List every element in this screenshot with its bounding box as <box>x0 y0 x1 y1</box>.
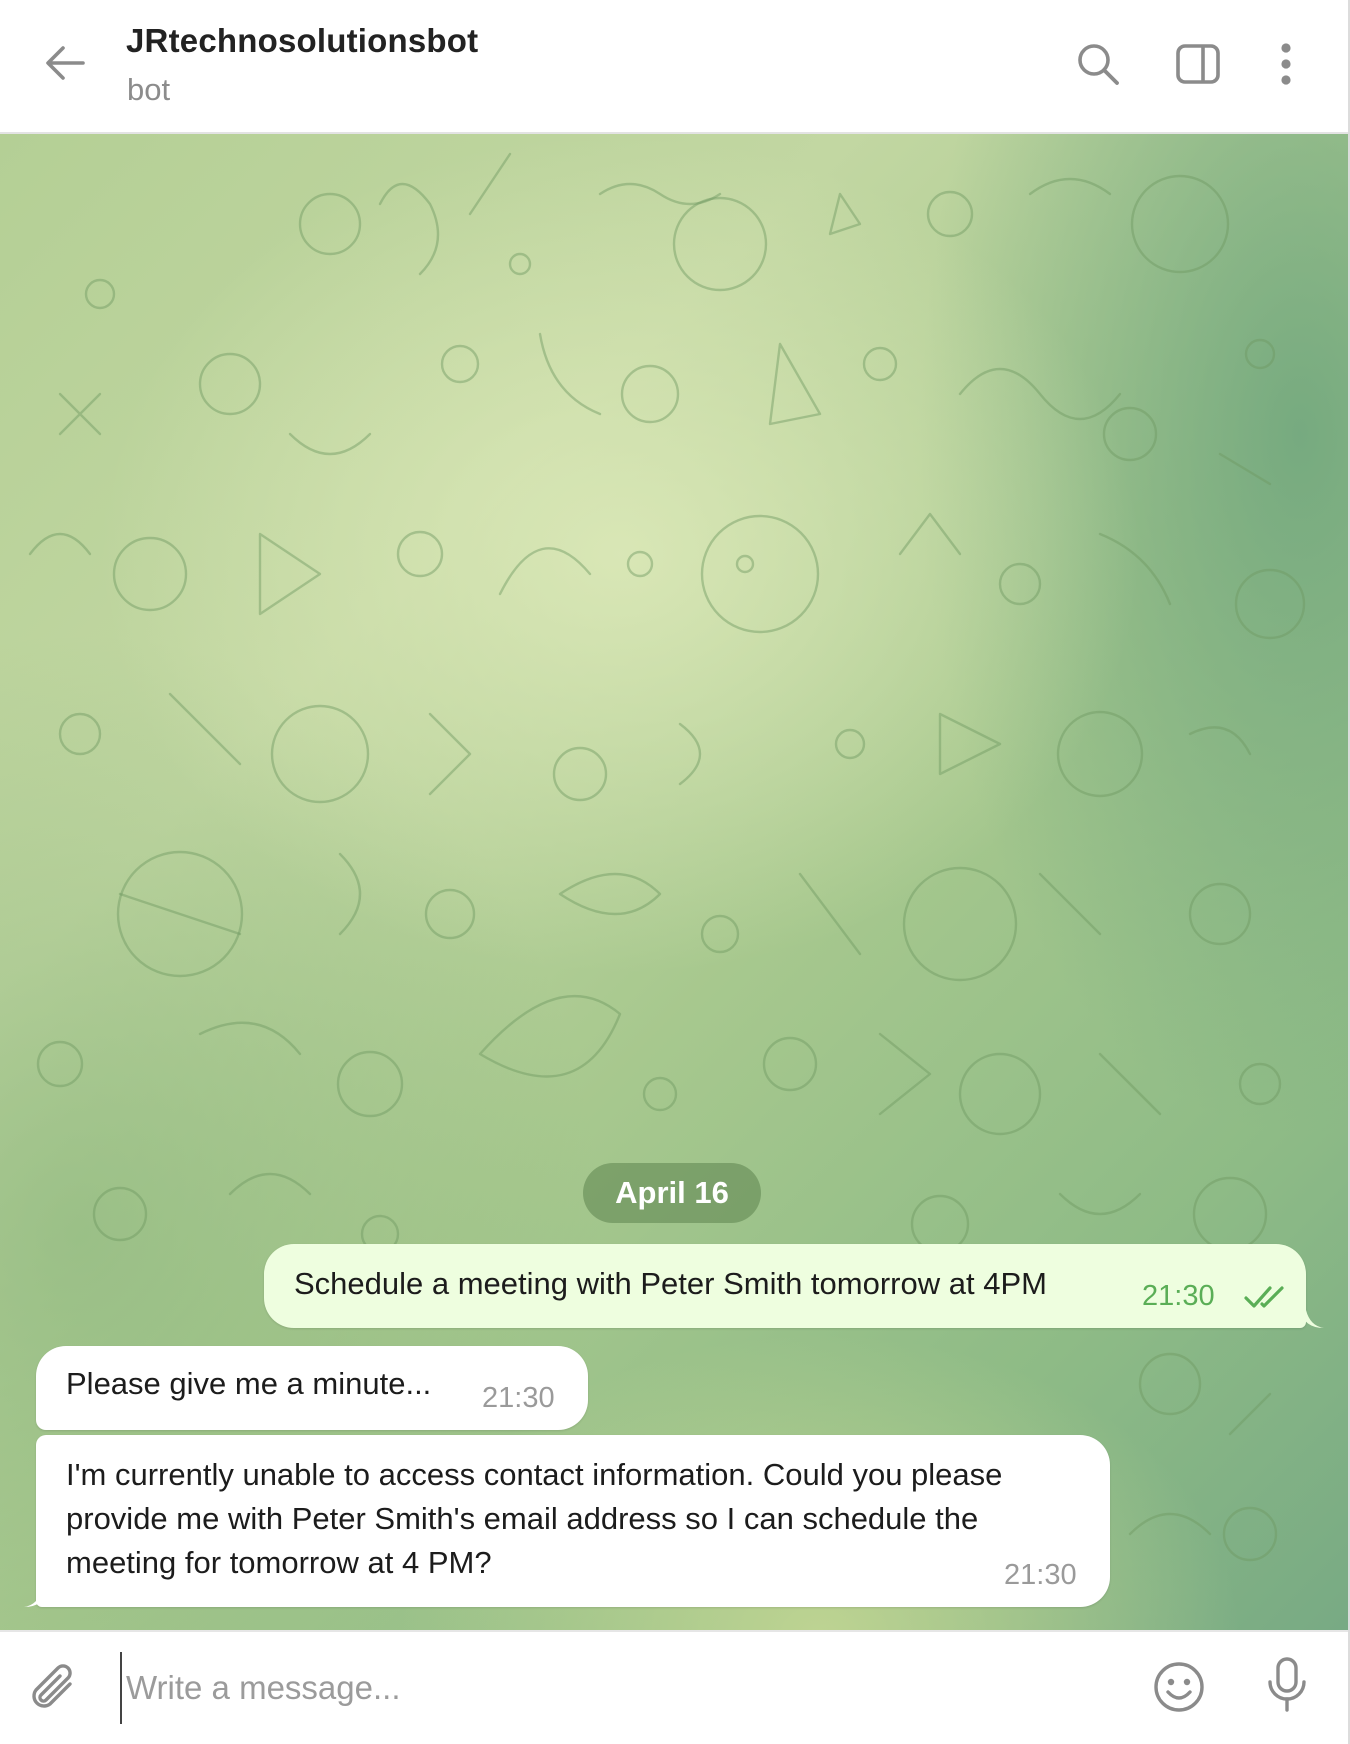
outgoing-bubble-tail <box>1300 1310 1324 1328</box>
search-icon <box>1075 41 1121 92</box>
double-check-icon <box>1244 1278 1288 1322</box>
incoming-bubble-tail <box>24 1589 48 1607</box>
message-text: I'm currently unable to access contact i… <box>66 1457 1003 1580</box>
incoming-message[interactable]: I'm currently unable to access contact i… <box>36 1435 1110 1607</box>
paperclip-icon <box>30 1662 80 1721</box>
message-composer <box>0 1630 1348 1744</box>
more-vertical-icon <box>1278 42 1294 91</box>
chat-subtitle: bot <box>127 72 171 107</box>
message-text: Please give me a minute... <box>66 1366 432 1401</box>
outgoing-message[interactable]: Schedule a meeting with Peter Smith tomo… <box>264 1244 1306 1328</box>
toggle-sidebar-button[interactable] <box>1168 36 1228 96</box>
chat-title[interactable]: JRtechnosolutionsbot <box>126 22 478 60</box>
date-separator: April 16 <box>583 1163 761 1223</box>
arrow-left-icon <box>43 43 87 88</box>
back-button[interactable] <box>30 30 100 100</box>
message-input[interactable] <box>120 1652 1108 1724</box>
telegram-chat-window: JRtechnosolutionsbot bot April 16 Schedu… <box>0 0 1350 1744</box>
chat-messages-area[interactable]: April 16 Schedule a meeting with Peter S… <box>0 134 1348 1630</box>
message-text: Schedule a meeting with Peter Smith tomo… <box>294 1266 1047 1301</box>
message-time: 21:30 <box>482 1382 555 1414</box>
voice-message-button[interactable] <box>1254 1652 1320 1722</box>
sidebar-toggle-icon <box>1175 43 1221 90</box>
incoming-message[interactable]: Please give me a minute... 21:30 <box>36 1346 588 1430</box>
more-menu-button[interactable] <box>1256 36 1316 96</box>
chat-header: JRtechnosolutionsbot bot <box>0 0 1348 134</box>
message-time: 21:30 <box>1004 1559 1077 1591</box>
smiley-icon <box>1152 1660 1206 1719</box>
emoji-button[interactable] <box>1146 1656 1212 1722</box>
search-button[interactable] <box>1068 36 1128 96</box>
microphone-icon <box>1265 1656 1309 1719</box>
attach-button[interactable] <box>22 1658 88 1724</box>
message-time: 21:30 <box>1142 1280 1215 1312</box>
